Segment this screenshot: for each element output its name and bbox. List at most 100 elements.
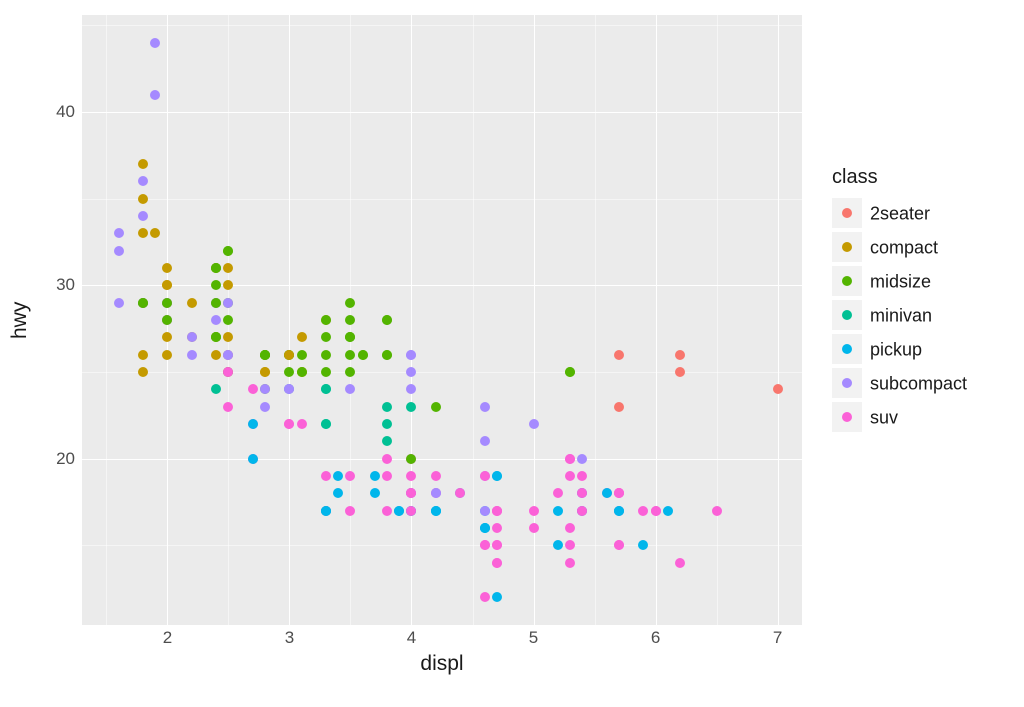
data-point (321, 367, 331, 377)
legend: class 2seatercompactmidsizeminivanpickup… (832, 166, 967, 435)
data-point (480, 592, 490, 602)
gridline-v (289, 15, 290, 625)
data-point (382, 419, 392, 429)
data-point (406, 384, 416, 394)
data-point (602, 488, 612, 498)
x-tick-label: 7 (773, 628, 782, 648)
legend-key (832, 402, 862, 432)
data-point (321, 419, 331, 429)
x-tick-label: 2 (163, 628, 172, 648)
data-point (553, 540, 563, 550)
data-point (284, 384, 294, 394)
data-point (284, 419, 294, 429)
data-point (431, 488, 441, 498)
data-point (370, 488, 380, 498)
data-point (638, 506, 648, 516)
x-tick-label: 6 (651, 628, 660, 648)
data-point (297, 419, 307, 429)
data-point (431, 402, 441, 412)
data-point (321, 350, 331, 360)
legend-label: midsize (870, 271, 931, 291)
y-tick-label: 20 (55, 449, 75, 469)
data-point (162, 298, 172, 308)
data-point (345, 471, 355, 481)
data-point (382, 436, 392, 446)
data-point (565, 454, 575, 464)
plot-panel (82, 15, 802, 625)
data-point (406, 488, 416, 498)
gridline-h-minor (82, 372, 802, 373)
chart-container: hwy displ class 2seatercompactmidsizemin… (0, 0, 1024, 707)
data-point (248, 454, 258, 464)
data-point (211, 280, 221, 290)
data-point (406, 367, 416, 377)
data-point (162, 280, 172, 290)
data-point (577, 506, 587, 516)
legend-dot-icon (842, 378, 852, 388)
legend-label: suv (870, 407, 898, 427)
data-point (223, 332, 233, 342)
data-point (223, 246, 233, 256)
gridline-h-minor (82, 545, 802, 546)
data-point (211, 315, 221, 325)
y-axis-label: hwy (8, 15, 32, 625)
y-tick-label: 40 (55, 102, 75, 122)
gridline-v (656, 15, 657, 625)
data-point (211, 263, 221, 273)
data-point (614, 488, 624, 498)
data-point (614, 506, 624, 516)
data-point (321, 315, 331, 325)
data-point (187, 350, 197, 360)
data-point (138, 176, 148, 186)
legend-dot-icon (842, 310, 852, 320)
data-point (345, 506, 355, 516)
y-tick-label: 30 (55, 275, 75, 295)
data-point (284, 350, 294, 360)
data-point (480, 523, 490, 533)
data-point (480, 402, 490, 412)
data-point (223, 280, 233, 290)
gridline-v-minor (473, 15, 474, 625)
data-point (138, 350, 148, 360)
data-point (382, 454, 392, 464)
data-point (577, 488, 587, 498)
data-point (480, 506, 490, 516)
data-point (382, 350, 392, 360)
data-point (211, 384, 221, 394)
data-point (162, 350, 172, 360)
data-point (345, 384, 355, 394)
data-point (492, 471, 502, 481)
data-point (162, 315, 172, 325)
data-point (577, 471, 587, 481)
data-point (480, 436, 490, 446)
data-point (333, 488, 343, 498)
data-point (614, 350, 624, 360)
data-point (480, 471, 490, 481)
data-point (345, 332, 355, 342)
data-point (431, 471, 441, 481)
data-point (614, 540, 624, 550)
legend-label: compact (870, 237, 938, 257)
legend-item: midsize (832, 265, 967, 295)
data-point (492, 523, 502, 533)
data-point (321, 506, 331, 516)
gridline-v-minor (595, 15, 596, 625)
data-point (492, 558, 502, 568)
x-axis-label: displ (82, 652, 802, 676)
x-tick-label: 3 (285, 628, 294, 648)
legend-dot-icon (842, 242, 852, 252)
data-point (114, 298, 124, 308)
data-point (614, 402, 624, 412)
gridline-h (82, 112, 802, 113)
data-point (138, 211, 148, 221)
data-point (321, 471, 331, 481)
legend-label: pickup (870, 339, 922, 359)
data-point (577, 454, 587, 464)
data-point (260, 384, 270, 394)
data-point (529, 506, 539, 516)
gridline-v-minor (106, 15, 107, 625)
data-point (406, 350, 416, 360)
data-point (553, 488, 563, 498)
data-point (187, 332, 197, 342)
data-point (382, 471, 392, 481)
